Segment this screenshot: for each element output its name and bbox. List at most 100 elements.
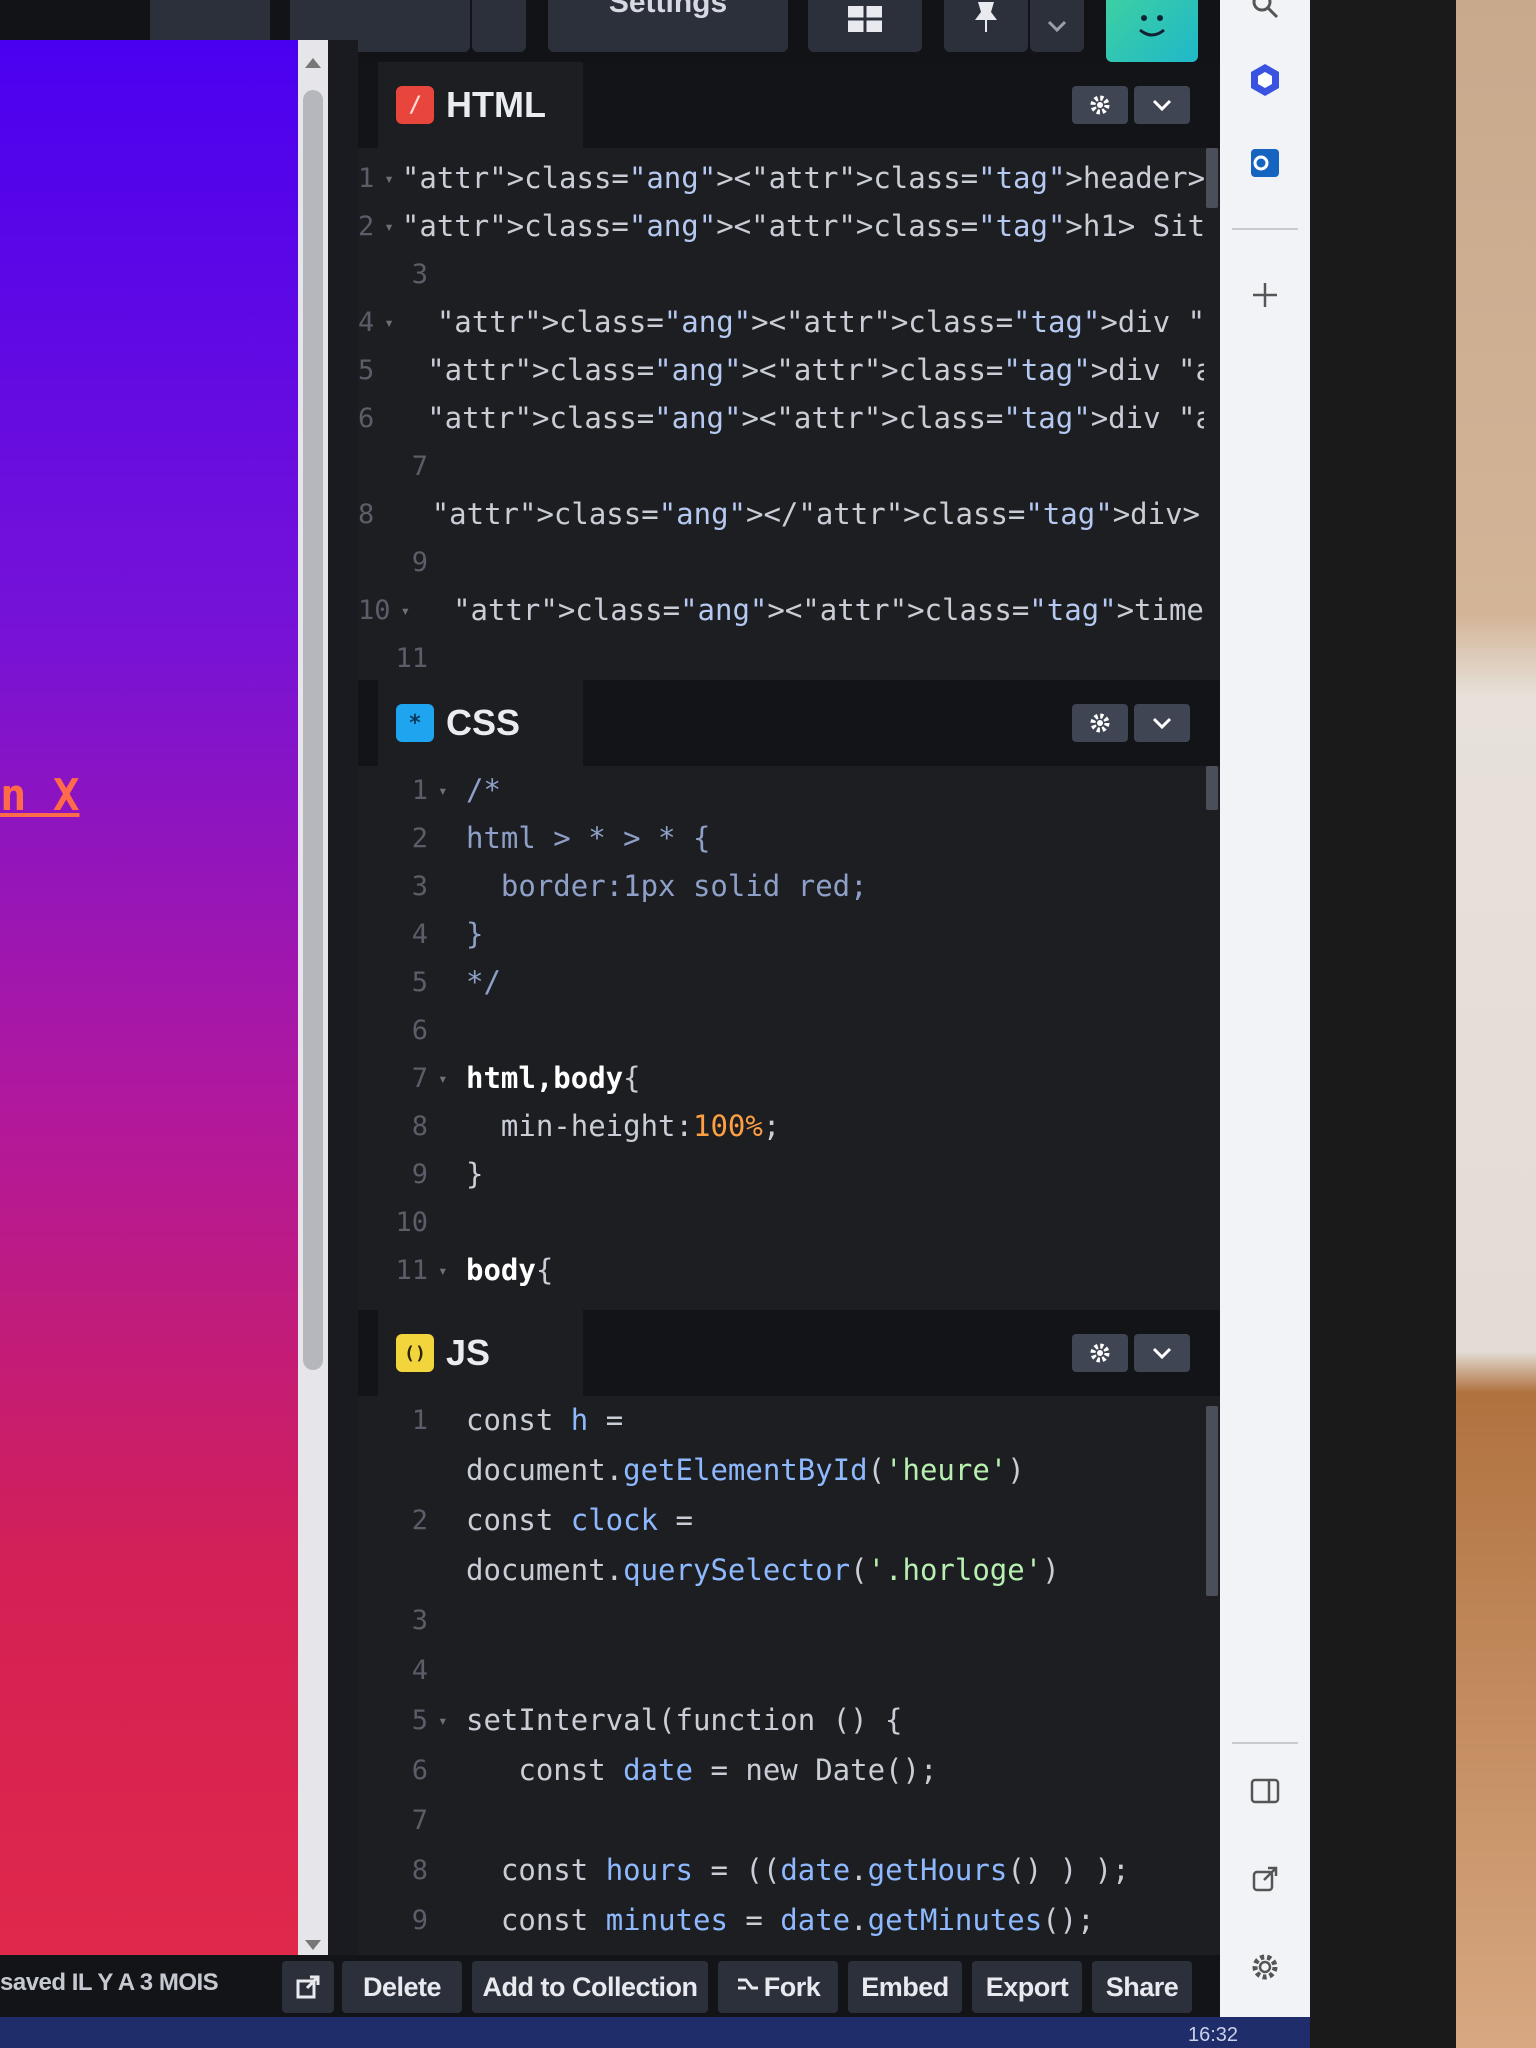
code-line[interactable]: 7 [358, 442, 1200, 490]
line-number: 10 [358, 594, 391, 626]
export-button[interactable]: Export [972, 1961, 1082, 2013]
code-line[interactable]: 10 [358, 1198, 1200, 1246]
html-scroll-thumb[interactable] [1206, 148, 1218, 208]
js-editor-scrollbar[interactable] [1204, 1396, 1220, 1955]
scroll-up-arrow-icon[interactable] [305, 58, 321, 68]
code-line[interactable]: document.getElementById('heure') [358, 1446, 1200, 1494]
fold-arrow-icon[interactable]: ▾ [401, 601, 411, 620]
code-line[interactable]: 6 "attr">class="ang"><"attr">class="tag"… [358, 394, 1220, 442]
line-number: 4 [411, 1654, 428, 1686]
js-tab[interactable]: () JS [378, 1310, 583, 1396]
js-scroll-thumb[interactable] [1206, 1406, 1218, 1596]
css-scroll-thumb[interactable] [1206, 766, 1218, 810]
fold-arrow-icon[interactable]: ▾ [438, 781, 458, 800]
code-line[interactable]: 10 ▾ "attr">class="ang"><"attr">class="ta… [358, 586, 1204, 634]
code-line[interactable]: document.querySelector('.horloge') [358, 1546, 1200, 1594]
css-tab[interactable]: * CSS [378, 680, 583, 766]
js-collapse-button[interactable] [1134, 1334, 1190, 1372]
code-line[interactable]: 3 [358, 250, 1200, 298]
code-line[interactable]: 2 html > * > * { [358, 814, 1200, 862]
pin-button[interactable] [944, 0, 1028, 52]
layout-button[interactable] [808, 0, 922, 52]
html-settings-button[interactable] [1072, 86, 1128, 124]
code-line[interactable]: 5 */ [358, 958, 1200, 1006]
line-number: 5 [411, 966, 428, 998]
share-button[interactable]: Share [1092, 1961, 1192, 2013]
code-line[interactable]: 2 const clock = [358, 1496, 1200, 1544]
js-settings-button[interactable] [1072, 1334, 1128, 1372]
avatar[interactable] [1106, 0, 1198, 62]
code-line[interactable]: 8 "attr">class="ang"></"attr">class="tag… [358, 490, 1200, 538]
code-line[interactable]: 9} [358, 1150, 1200, 1198]
html-collapse-button[interactable] [1134, 86, 1190, 124]
layout-icon [848, 6, 882, 32]
sidebar-split-view[interactable] [1240, 1766, 1290, 1816]
scroll-down-arrow-icon[interactable] [305, 1940, 321, 1950]
sidebar-copilot[interactable] [1240, 55, 1290, 105]
code-line[interactable]: 3 border:1px solid red; [358, 862, 1200, 910]
css-editor-scrollbar[interactable] [1204, 766, 1220, 1310]
code-line[interactable]: 6 const date = new Date(); [358, 1746, 1200, 1794]
code-line[interactable]: 7 [358, 1796, 1200, 1844]
resize-handle[interactable] [328, 40, 358, 1960]
sidebar-outlook[interactable] [1240, 138, 1290, 188]
html-code-area[interactable]: 1 ▾ "attr">class="ang"><"attr">class="tag"… [358, 148, 1220, 680]
code-line[interactable]: 8 const hours = ((date.getHours() ) ); [358, 1846, 1200, 1894]
css-code-area[interactable]: 1 ▾ /* 2 html > * > * {3 border:1px solid re… [358, 766, 1220, 1310]
code-line[interactable]: 8 min-height:100%; [358, 1102, 1200, 1150]
code-line[interactable]: 1 ▾ "attr">class="ang"><"attr">class="tag"… [358, 154, 1205, 202]
add-to-collection-button[interactable]: Add to Collection [472, 1961, 708, 2013]
css-collapse-button[interactable] [1134, 704, 1190, 742]
fold-arrow-icon[interactable]: ▾ [438, 1069, 458, 1088]
code-line[interactable]: 11 ▾ body{ [358, 1246, 1200, 1294]
gear-icon [1090, 1343, 1110, 1363]
sidebar-open-external[interactable] [1240, 1854, 1290, 1904]
open-external-button[interactable] [282, 1961, 334, 2013]
split-screen-icon [1250, 1778, 1280, 1804]
fold-arrow-icon[interactable]: ▾ [438, 1261, 458, 1280]
fold-arrow-icon[interactable]: ▾ [384, 313, 394, 332]
sidebar-search[interactable] [1240, 0, 1290, 30]
code-line[interactable]: 3 [358, 1596, 1200, 1644]
html-tab[interactable]: / HTML [378, 62, 583, 148]
code-line[interactable]: 11 [358, 634, 1200, 680]
chevron-down-icon [1152, 1347, 1172, 1360]
delete-button[interactable]: Delete [342, 1961, 462, 2013]
line-number: 5 [411, 1704, 428, 1736]
fold-arrow-icon[interactable]: ▾ [438, 1711, 458, 1730]
code-line[interactable]: 5 ▾ setInterval(function () { [358, 1696, 1200, 1744]
fold-arrow-icon[interactable]: ▾ [384, 217, 394, 236]
code-line[interactable]: 4} [358, 910, 1200, 958]
sidebar-settings[interactable] [1240, 1942, 1290, 1992]
code-line[interactable]: 2 ▾ "attr">class="ang"><"attr">class="tag"… [358, 202, 1220, 250]
embed-button[interactable]: Embed [848, 1961, 962, 2013]
code-text: "attr">class="ang"><"attr">class="tag">d… [436, 305, 1220, 339]
js-code-area[interactable]: 1 const h = document.getElementById('heure… [358, 1396, 1220, 1955]
fork-button[interactable]: Fork [718, 1961, 838, 2013]
code-line[interactable]: 9 [358, 538, 1200, 586]
code-line[interactable]: 1 const h = [358, 1396, 1200, 1444]
code-line[interactable]: 4 ▾ "attr">class="ang"><"attr">class="tag… [358, 298, 1220, 346]
settings-button[interactable]: Settings [548, 0, 788, 52]
code-line[interactable]: 6 [358, 1006, 1200, 1054]
code-line[interactable]: 7 ▾ html,body{ [358, 1054, 1200, 1102]
preview-scrollbar-thumb[interactable] [303, 90, 323, 1370]
code-line[interactable]: 4 [358, 1646, 1200, 1694]
line-number: 8 [411, 1110, 428, 1142]
code-line[interactable]: 9 const minutes = date.getMinutes(); [358, 1896, 1200, 1944]
sidebar-add[interactable] [1240, 270, 1290, 320]
preview-heading-fragment: n X [0, 770, 80, 821]
css-settings-button[interactable] [1072, 704, 1128, 742]
gear-icon [1090, 95, 1110, 115]
code-line[interactable]: 1 ▾ /* [358, 766, 1200, 814]
code-line[interactable]: 5 "attr">class="ang"><"attr">class="tag"… [358, 346, 1220, 394]
line-number: 6 [411, 1014, 428, 1046]
preview-scrollbar[interactable] [298, 40, 328, 1960]
js-tab-label: JS [446, 1332, 491, 1373]
toolbar-button[interactable] [472, 0, 526, 52]
fold-arrow-icon[interactable]: ▾ [384, 169, 394, 188]
line-number: 11 [395, 1254, 428, 1286]
pin-dropdown-button[interactable] [1030, 0, 1084, 52]
html-editor-scrollbar[interactable] [1204, 148, 1220, 680]
search-icon [1252, 0, 1279, 19]
